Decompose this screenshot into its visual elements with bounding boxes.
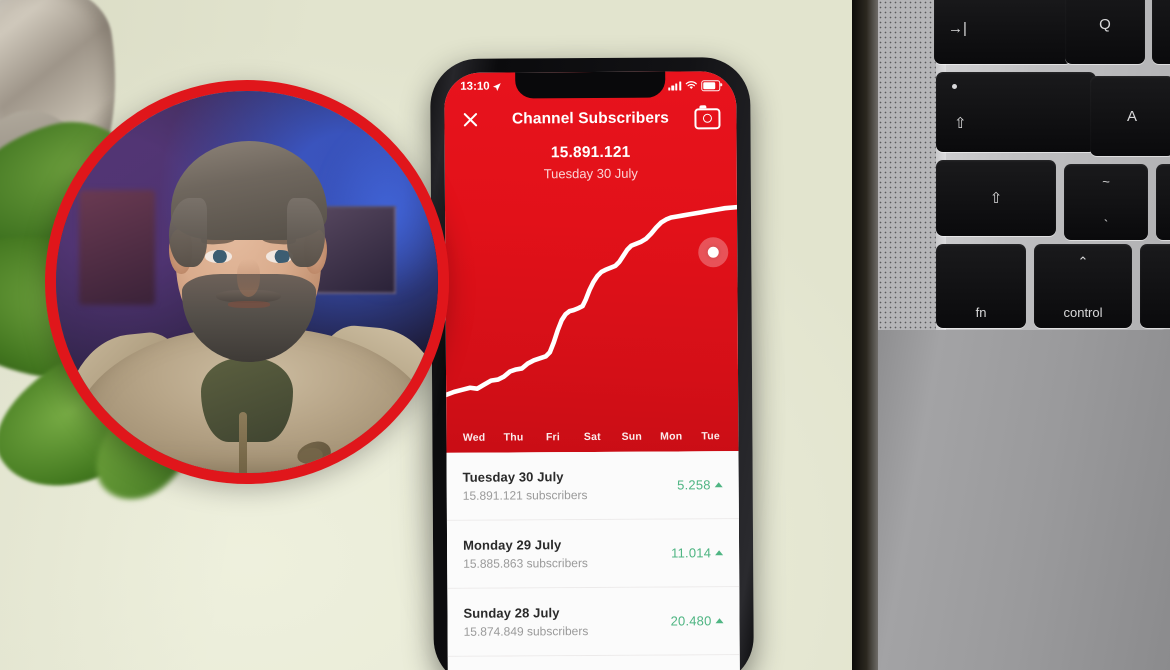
laptop-edge [852,0,878,670]
table-row[interactable]: Monday 29 July 15.885.863 subscribers 11… [446,519,740,589]
camera-icon[interactable] [694,107,721,129]
location-arrow-icon [493,82,502,91]
row-left: Tuesday 30 July 15.891.121 subscribers [463,469,588,503]
w-key[interactable] [1152,0,1170,64]
arrow-up-icon [715,618,724,624]
q-key-label: Q [1099,15,1111,33]
a-key[interactable]: A [1090,76,1170,156]
shift-key-label: ⇧ [989,190,1003,207]
portrait-hair-side-left [168,197,207,267]
chart-x-axis: Wed Thu Fri Sat Sun Mon Tue [446,423,738,451]
status-bar-left: 13:10 [460,80,502,93]
q-key[interactable]: Q [1065,0,1145,64]
row-subscribers: 15.891.121 subscribers [462,488,588,503]
option-key[interactable]: ⌥ option [1140,244,1170,328]
laptop: →| Q ⇧ A ⇧ ~ ` Z fn ⌃ control [852,0,1170,670]
cellular-signal-icon [668,80,682,91]
z-key[interactable]: Z [1156,164,1170,240]
x-tick-label: Tue [701,430,720,443]
arrow-up-icon [714,482,723,488]
x-tick-label: Fri [545,431,560,444]
close-icon[interactable] [460,110,480,130]
row-date: Monday 29 July [463,537,562,553]
status-bar-time: 13:10 [460,80,490,93]
control-key-label: control [1063,305,1103,320]
caps-lock-key-label: ⇧ [954,115,967,132]
app-nav-bar: Channel Subscribers [444,101,736,137]
phone: 13:10 Channel Subscribers 15.891.121 Tue… [430,57,754,670]
row-delta: 20.480 [670,613,712,629]
page-title: Channel Subscribers [511,109,669,128]
x-tick-label: Sat [583,430,601,444]
backtick-key-label: ` [1103,217,1109,232]
row-delta: 5.258 [677,477,711,493]
chart-line-svg [444,204,739,398]
table-row[interactable]: Saturday 27 July 15.854.369 subscribers … [447,655,740,670]
x-tick-label: Sun [621,430,643,443]
app-header-panel: 13:10 Channel Subscribers 15.891.121 Tue… [444,71,739,453]
chart-marker[interactable] [698,237,729,268]
row-subscribers: 15.874.849 subscribers [463,624,589,639]
presenter-video-circle [45,80,449,484]
subscriber-count-date: Tuesday 30 July [543,165,638,182]
row-left: Sunday 28 July 15.874.849 subscribers [463,605,588,639]
row-right: 11.014 [671,545,724,561]
phone-screen: 13:10 Channel Subscribers 15.891.121 Tue… [444,71,740,670]
portrait-eye-left [204,249,232,263]
portrait-wall-art [78,190,156,305]
table-row[interactable]: Sunday 28 July 15.874.849 subscribers 20… [447,587,740,657]
row-date: Sunday 28 July [463,605,560,621]
subscriber-count: 15.891.121 [550,143,631,162]
row-right: 20.480 [670,613,724,629]
tilde-key-label: ~ [1102,174,1110,189]
x-tick-label: Thu [503,431,524,444]
row-date: Tuesday 30 July [462,469,564,485]
control-key[interactable]: ⌃ control [1034,244,1132,328]
status-bar-right [668,79,721,91]
row-left: Monday 29 July 15.885.863 subscribers [463,537,588,571]
x-tick-label: Mon [660,430,683,443]
shift-key[interactable]: ⇧ [936,160,1056,236]
portrait-zipper [239,411,248,473]
portrait-mouth [227,301,270,308]
fn-key-label: fn [975,305,987,320]
wifi-icon [685,81,697,89]
battery-icon [701,79,721,91]
tilde-key[interactable]: ~ ` [1064,164,1148,240]
arrow-up-icon [715,550,724,556]
fn-key[interactable]: fn [936,244,1026,328]
screenshot-stage: →| Q ⇧ A ⇧ ~ ` Z fn ⌃ control [0,0,1170,670]
speaker-grille [878,0,936,330]
status-bar: 13:10 [444,71,736,101]
table-row[interactable]: Tuesday 30 July 15.891.121 subscribers 5… [446,451,739,521]
row-right: 5.258 [677,477,723,492]
tab-key[interactable]: →| [934,0,1072,64]
laptop-palmrest [878,330,1170,670]
row-delta: 11.014 [671,545,712,561]
tab-key-label: →| [948,19,967,37]
daily-stats-list[interactable]: Tuesday 30 July 15.891.121 subscribers 5… [446,451,740,670]
caps-lock-key[interactable]: ⇧ [936,72,1096,152]
subscriber-chart[interactable] [444,189,739,419]
row-subscribers: 15.885.863 subscribers [463,556,588,571]
a-key-label: A [1126,107,1137,125]
x-tick-label: Wed [462,431,486,444]
control-caret-label: ⌃ [1077,254,1089,269]
caps-lock-indicator [952,84,957,89]
